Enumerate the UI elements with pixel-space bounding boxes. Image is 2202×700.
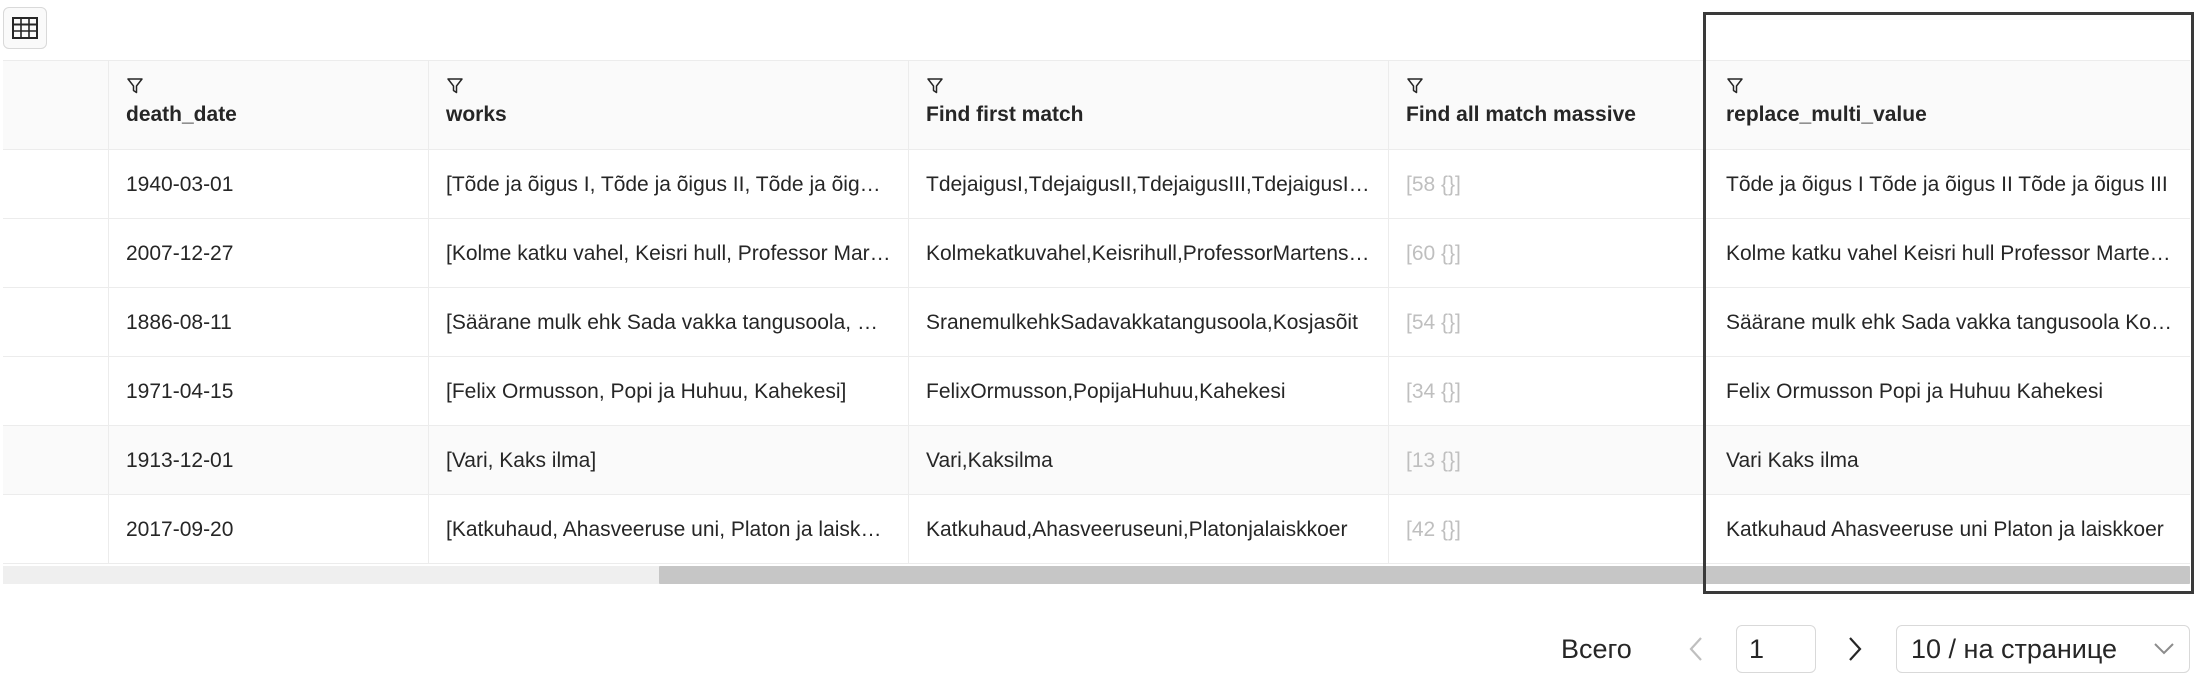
chevron-right-icon [1849, 637, 1862, 661]
table-view-toggle-button[interactable] [3, 7, 47, 49]
table-cell: [60 {}] [1406, 242, 1461, 265]
data-grid-inner: death_date works Find first match Find a… [3, 60, 2190, 564]
table-row[interactable]: 1940-03-01 [Tõde ja õigus I, Tõde ja õig… [3, 150, 2190, 219]
filter-funnel-icon[interactable] [926, 77, 944, 95]
table-row[interactable]: 2017-09-20 [Katkuhaud, Ahasveeruse uni, … [3, 495, 2190, 564]
filter-funnel-icon[interactable] [1726, 77, 1744, 95]
column-header-label: works [446, 103, 507, 126]
column-header-label: replace_multi_value [1726, 103, 1927, 126]
chevron-left-icon [1689, 637, 1702, 661]
table-cell: [Vari, Kaks ilma] [429, 426, 909, 494]
prev-page-button[interactable] [1681, 625, 1711, 673]
table-cell: Kolme katku vahel Keisri hull Professor … [1726, 242, 2190, 265]
table-cell: Säärane mulk ehk Sada vakka tangusoola K… [1726, 311, 2190, 334]
filter-funnel-icon[interactable] [126, 77, 144, 95]
table-cell [3, 426, 109, 494]
table-cell: 1886-08-11 [109, 288, 429, 356]
page-size-value: 10 / на странице [1911, 633, 2118, 664]
table-row[interactable]: 1913-12-01 [Vari, Kaks ilma] Vari,Kaksil… [3, 426, 2190, 495]
table-cell: Felix Ormusson Popi ja Huhuu Kahekesi [1726, 380, 2104, 403]
table-row[interactable]: 2007-12-27 [Kolme katku vahel, Keisri hu… [3, 219, 2190, 288]
table-cell: 2007-12-27 [109, 219, 429, 287]
table-cell: FelixOrmusson,PopijaHuhuu,Kahekesi [909, 357, 1389, 425]
table-cell: 1971-04-15 [109, 357, 429, 425]
table-cell: Vari,Kaksilma [909, 426, 1389, 494]
table-cell: Tõde ja õigus I Tõde ja õigus II Tõde ja… [1726, 173, 2168, 196]
header-row: death_date works Find first match Find a… [3, 60, 2190, 150]
horizontal-scrollbar[interactable] [3, 566, 2190, 584]
header-cell-index [3, 61, 109, 149]
table-cell: [34 {}] [1406, 380, 1461, 403]
header-cell-death-date[interactable]: death_date [109, 61, 429, 149]
table-cell [3, 288, 109, 356]
table-cell: [42 {}] [1406, 518, 1461, 541]
column-header-label: Find all match massive [1406, 103, 1636, 126]
header-cell-works[interactable]: works [429, 61, 909, 149]
table-cell: Kolmekatkuvahel,Keisrihull,ProfessorMart… [909, 219, 1389, 287]
column-header-label: Find first match [926, 103, 1084, 126]
table-cell: [13 {}] [1406, 449, 1461, 472]
pagination-total-label: Всего [1561, 633, 1632, 664]
table-cell: [Tõde ja õigus I, Tõde ja õigus II, Tõde… [429, 150, 909, 218]
chevron-down-icon [2153, 642, 2175, 656]
table-cell: [54 {}] [1406, 311, 1461, 334]
page-number-input[interactable] [1736, 625, 1816, 673]
table-cell: [58 {}] [1406, 173, 1461, 196]
table-cell [3, 219, 109, 287]
table-cell [3, 150, 109, 218]
table-cell: TdejaigusI,TdejaigusII,TdejaigusIII,Tdej… [909, 150, 1389, 218]
filter-funnel-icon[interactable] [1406, 77, 1424, 95]
table-cell: Vari Kaks ilma [1726, 449, 1859, 472]
header-cell-find-all-match-massive[interactable]: Find all match massive [1389, 61, 1709, 149]
page-size-select[interactable]: 10 / на странице [1896, 625, 2190, 673]
table-row[interactable]: 1886-08-11 [Säärane mulk ehk Sada vakka … [3, 288, 2190, 357]
table-cell: 1913-12-01 [109, 426, 429, 494]
table-cell: 1940-03-01 [109, 150, 429, 218]
table-cell [3, 495, 109, 563]
header-cell-replace-multi-value[interactable]: replace_multi_value [1709, 61, 2190, 149]
data-grid: death_date works Find first match Find a… [3, 60, 2190, 585]
table-cell: SranemulkehkSadavakkatangusoola,Kosjasõi… [909, 288, 1389, 356]
table-cell: [Katkuhaud, Ahasveeruse uni, Platon ja l… [429, 495, 909, 563]
table-cell: [Kolme katku vahel, Keisri hull, Profess… [429, 219, 909, 287]
table-cell: [Felix Ormusson, Popi ja Huhuu, Kahekesi… [429, 357, 909, 425]
filter-funnel-icon[interactable] [446, 77, 464, 95]
table-grid-icon [12, 17, 38, 39]
table-row[interactable]: 1971-04-15 [Felix Ormusson, Popi ja Huhu… [3, 357, 2190, 426]
table-cell: 2017-09-20 [109, 495, 429, 563]
header-cell-find-first-match[interactable]: Find first match [909, 61, 1389, 149]
next-page-button[interactable] [1840, 625, 1870, 673]
table-cell: Katkuhaud Ahasveeruse uni Platon ja lais… [1726, 518, 2164, 541]
table-cell [3, 357, 109, 425]
table-cell: Katkuhaud,Ahasveeruseuni,Platonjalaiskko… [909, 495, 1389, 563]
table-cell: [Säärane mulk ehk Sada vakka tangusoola,… [429, 288, 909, 356]
scrollbar-thumb[interactable] [659, 566, 2190, 584]
column-header-label: death_date [126, 103, 237, 126]
